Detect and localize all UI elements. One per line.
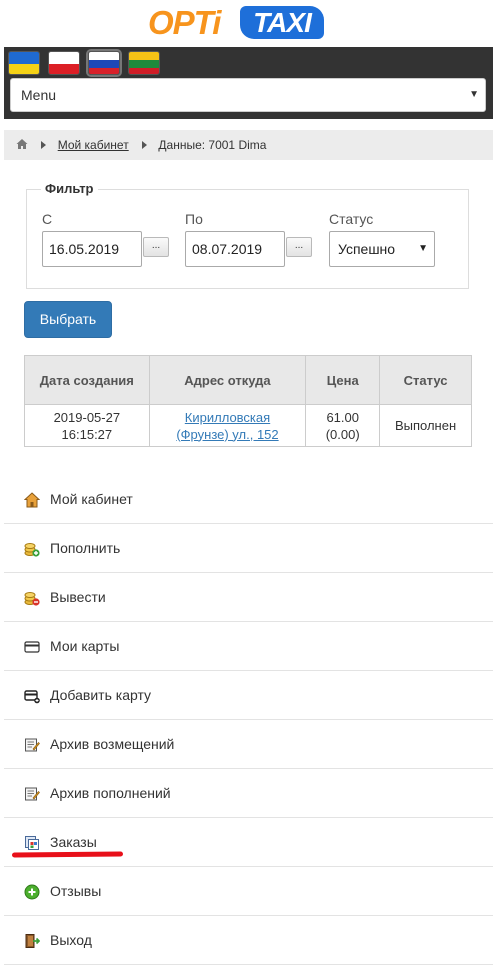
side-menu-item-add-card[interactable]: Добавить карту (4, 671, 493, 720)
price-extra: (0.00) (325, 426, 360, 442)
side-menu-label: Выход (50, 932, 92, 948)
date-from-input[interactable]: 16.05.2019 (42, 231, 142, 267)
breadcrumb-link-cabinet[interactable]: Мой кабинет (58, 138, 129, 152)
card-icon (24, 641, 40, 653)
date-to-picker-button[interactable]: ... (286, 237, 312, 257)
cell-status: Выполнен (379, 404, 472, 447)
orders-table: Дата создания Адрес откуда Цена Статус 2… (24, 355, 472, 447)
status-select-value: Успешно (338, 241, 396, 257)
cell-date-time: 16:15:27 (61, 426, 113, 442)
address-line-1: Кирилловская (184, 409, 271, 425)
archive-edit-icon (25, 738, 40, 752)
side-menu-item-cabinet[interactable]: Мой кабинет (4, 475, 493, 524)
cell-address: Кирилловская (Фрунзе) ул., 152 (148, 404, 307, 447)
breadcrumb: Мой кабинет Данные: 7001 Dima (4, 130, 493, 160)
date-to-label: По (185, 211, 203, 227)
status-select[interactable]: Успешно ▼ (329, 231, 435, 267)
filter-legend: Фильтр (41, 181, 98, 196)
side-menu-item-orders[interactable]: Заказы (4, 818, 493, 867)
cell-date-day: 2019-05-27 (53, 409, 121, 425)
highlight-underline (11, 851, 124, 858)
side-menu-label: Мой кабинет (50, 491, 133, 507)
column-header-price[interactable]: Цена (305, 355, 381, 405)
breadcrumb-current: Данные: 7001 Dima (158, 138, 267, 152)
side-menu-label: Добавить карту (50, 687, 152, 703)
side-menu-label: Заказы (50, 834, 97, 850)
column-header-date[interactable]: Дата создания (24, 355, 150, 405)
table-row: 2019-05-27 16:15:27 Кирилловская (Фрунзе)… (24, 404, 472, 447)
submit-filter-button[interactable]: Выбрать (24, 301, 112, 338)
side-menu-item-topup[interactable]: Пополнить (4, 524, 493, 573)
address-link[interactable]: Кирилловская (Фрунзе) ул., 152 (176, 410, 278, 442)
chevron-down-icon: ▼ (418, 243, 428, 254)
side-menu-label: Отзывы (50, 883, 102, 899)
side-menu-label: Архив возмещений (50, 736, 175, 752)
side-menu-label: Вывести (50, 589, 106, 605)
side-menu-item-withdraw[interactable]: Вывести (4, 573, 493, 622)
card-add-icon (24, 690, 40, 704)
plus-circle-icon (24, 884, 40, 900)
side-menu-item-logout[interactable]: Выход (4, 916, 493, 965)
flag-pl-icon[interactable] (48, 51, 80, 75)
flag-ru-icon[interactable] (88, 51, 120, 75)
chevron-down-icon: ▼ (469, 89, 479, 100)
coins-remove-icon (24, 592, 40, 606)
date-to-input[interactable]: 08.07.2019 (185, 231, 285, 267)
side-menu-item-topup-archive[interactable]: Архив пополнений (4, 769, 493, 818)
side-menu: Мой кабинет Пополнить Вывести Мои карты (4, 475, 493, 965)
side-menu-item-reviews[interactable]: Отзывы (4, 867, 493, 916)
orders-icon (25, 836, 39, 850)
cell-date: 2019-05-27 16:15:27 (24, 404, 150, 447)
home-icon (24, 492, 40, 508)
side-menu-label: Архив пополнений (50, 785, 171, 801)
table-header-row: Дата создания Адрес откуда Цена Статус (24, 355, 472, 405)
date-from-picker-button[interactable]: ... (143, 237, 169, 257)
archive-edit-icon (25, 787, 40, 801)
breadcrumb-separator-icon (41, 141, 47, 149)
flag-lt-icon[interactable] (128, 51, 160, 75)
address-line-2: (Фрунзе) ул., 152 (176, 426, 279, 442)
date-from-label: С (42, 211, 53, 227)
column-header-address[interactable]: Адрес откуда (148, 355, 307, 405)
column-header-status[interactable]: Статус (379, 355, 472, 405)
breadcrumb-separator-icon (142, 141, 148, 149)
side-menu-item-my-cards[interactable]: Мои карты (4, 622, 493, 671)
price-value: 61.00 (326, 409, 359, 425)
side-menu-item-refund-archive[interactable]: Архив возмещений (4, 720, 493, 769)
filter-fieldset: Фильтр С 16.05.2019 ... По 08.07.2019 ..… (26, 181, 469, 289)
menu-dropdown-label: Menu (21, 87, 57, 103)
logo[interactable]: OPTi TAXI (0, 4, 497, 42)
cell-price: 61.00 (0.00) (305, 404, 381, 447)
side-menu-label: Пополнить (50, 540, 121, 556)
top-bar: Menu ▼ (4, 47, 493, 119)
logo-opti-text: OPTi (148, 4, 221, 41)
coins-add-icon (24, 543, 40, 557)
exit-door-icon (25, 934, 40, 948)
home-icon[interactable] (16, 138, 28, 150)
flag-ua-icon[interactable] (8, 51, 40, 75)
menu-dropdown[interactable]: Menu ▼ (10, 78, 486, 112)
side-menu-label: Мои карты (50, 638, 120, 654)
status-label: Статус (329, 211, 374, 227)
logo-taxi-badge: TAXI (240, 6, 324, 39)
